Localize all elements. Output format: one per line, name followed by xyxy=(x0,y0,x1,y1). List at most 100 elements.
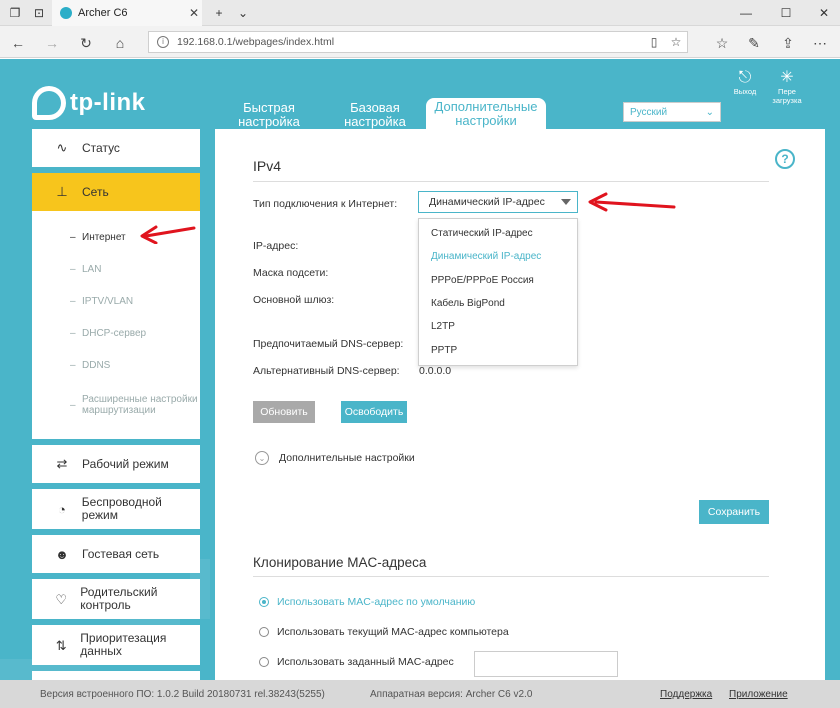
radio-label: Использовать MAC-адрес по умолчанию xyxy=(277,596,476,608)
help-icon[interactable]: ? xyxy=(775,149,795,169)
conn-type-select[interactable]: Динамический IP-адрес xyxy=(418,191,578,213)
save-button[interactable]: Сохранить xyxy=(699,500,769,524)
browser-addressbar: ← → ↻ ⌂ i 192.168.0.1/webpages/index.htm… xyxy=(0,26,840,58)
option-l2tp[interactable]: L2TP xyxy=(419,315,577,338)
sidebar-item-label: Родительский контроль xyxy=(80,585,158,612)
tab-quick-setup[interactable]: Быстрая настройка xyxy=(214,99,324,131)
swap-icon: ⇄ xyxy=(56,456,68,471)
support-link[interactable]: Поддержка xyxy=(660,689,712,700)
radio[interactable] xyxy=(259,597,269,607)
gateway-label: Основной шлюз: xyxy=(253,294,335,306)
custom-mac-input[interactable] xyxy=(474,651,618,677)
forward-arrow-icon[interactable]: → xyxy=(42,33,62,53)
more-menu-icon[interactable]: ⋯ xyxy=(810,33,830,53)
language-select[interactable]: Русский ⌄ xyxy=(623,102,721,122)
home-icon[interactable]: ⌂ xyxy=(110,33,130,53)
browser-tab[interactable]: Archer C6 ✕ xyxy=(52,0,202,26)
submenu-iptv[interactable]: IPTV/VLAN xyxy=(32,285,200,317)
url-field[interactable]: i 192.168.0.1/webpages/index.html ▯ ☆ xyxy=(148,31,688,53)
sidebar-item-parental[interactable]: ♡ Родительский контроль xyxy=(32,579,200,619)
maximize-icon[interactable]: ☐ xyxy=(776,3,796,23)
option-bigpond[interactable]: Кабель BigPond xyxy=(419,292,577,315)
ipv4-title: IPv4 xyxy=(253,158,282,174)
tab-list-chevron-icon[interactable]: ⌄ xyxy=(234,4,252,22)
hardware-version: Аппаратная версия: Archer C6 v2.0 xyxy=(370,689,533,700)
advanced-settings-toggle[interactable]: ⌄ Дополнительные настройки xyxy=(255,451,415,465)
submenu-lan[interactable]: LAN xyxy=(32,253,200,285)
chevron-down-icon: ⌄ xyxy=(255,451,269,465)
radio[interactable] xyxy=(259,627,269,637)
advanced-label: Дополнительные настройки xyxy=(279,452,415,464)
sidebar-item-qos[interactable]: ⇅ Приоритезация данных xyxy=(32,625,200,665)
logout-button[interactable]: ⎋ Выход xyxy=(724,69,766,96)
network-icon: ⊥ xyxy=(56,184,68,199)
refresh-icon[interactable]: ↻ xyxy=(76,33,96,53)
status-footer: Версия встроенного ПО: 1.0.2 Build 20180… xyxy=(0,680,840,708)
sidebar-item-wireless[interactable]: ◔ Беспроводной режим xyxy=(32,489,200,529)
annotation-arrow-left xyxy=(140,225,196,244)
radio-label: Использовать заданный MAC-адрес xyxy=(277,656,454,668)
tab-basic[interactable]: Базовая настройка xyxy=(320,99,430,131)
option-dynamic[interactable]: Динамический IP-адрес xyxy=(419,245,577,268)
tab-actions-icon[interactable]: ❐ xyxy=(6,4,24,22)
pen-notes-icon[interactable]: ✎ xyxy=(744,33,764,53)
conn-type-dropdown: Статический IP-адрес Динамический IP-адр… xyxy=(418,218,578,366)
reboot-button[interactable]: ✳ Пере загрузка xyxy=(766,69,808,105)
main-panel: ? IPv4 Тип подключения к Интернет: Динам… xyxy=(215,129,825,708)
mask-label: Маска подсети: xyxy=(253,267,329,279)
sidebar-item-guest[interactable]: ☻ Гостевая сеть xyxy=(32,535,200,573)
option-pptp[interactable]: PPTP xyxy=(419,338,577,361)
renew-button[interactable]: Обновить xyxy=(253,401,315,423)
release-button[interactable]: Освободить xyxy=(341,401,407,423)
tab-advanced[interactable]: Дополнительные настройки xyxy=(426,98,546,130)
router-page: tp-link Быстрая настройка Базовая настро… xyxy=(0,59,840,708)
option-pppoe[interactable]: PPPoE/PPPoE Россия xyxy=(419,269,577,292)
tab-title: Archer C6 xyxy=(78,7,128,19)
submenu-dhcp[interactable]: DHCP-сервер xyxy=(32,317,200,349)
caret-down-icon xyxy=(561,199,571,205)
mac-clone-title: Клонирование MAC-адреса xyxy=(253,555,427,570)
close-tab-icon[interactable]: ✕ xyxy=(186,6,202,20)
network-submenu: Интернет LAN IPTV/VLAN DHCP-сервер DDNS … xyxy=(32,211,200,439)
firmware-version: Версия встроенного ПО: 1.0.2 Build 20180… xyxy=(40,689,325,700)
tplink-logo[interactable]: tp-link xyxy=(32,86,146,120)
logout-icon: ⎋ xyxy=(738,69,752,86)
browser-tabbar: ❐ ⊡ Archer C6 ✕ + ⌄ — ☐ ✕ xyxy=(0,0,840,26)
window-close-icon[interactable]: ✕ xyxy=(814,3,834,23)
sidebar-item-label: Гостевая сеть xyxy=(82,547,160,561)
tplink-logo-mark-icon xyxy=(32,86,66,120)
sidebar-item-operation-mode[interactable]: ⇄ Рабочий режим xyxy=(32,445,200,483)
guests-icon: ☻ xyxy=(55,546,69,562)
option-static[interactable]: Статический IP-адрес xyxy=(419,222,577,245)
sidebar-item-label: Рабочий режим xyxy=(82,457,169,471)
mac-option-default[interactable]: Использовать MAC-адрес по умолчанию xyxy=(259,596,475,608)
mac-option-current[interactable]: Использовать текущий MAC-адрес компьютер… xyxy=(259,626,509,638)
share-icon[interactable]: ⇪ xyxy=(778,33,798,53)
back-tabs-icon[interactable]: ⊡ xyxy=(30,4,48,22)
app-link[interactable]: Приложение xyxy=(729,689,788,700)
reading-view-icon[interactable]: ▯ xyxy=(643,35,665,49)
pulse-icon: ∿ xyxy=(56,140,68,155)
dns2-value: 0.0.0.0 xyxy=(419,365,452,377)
favorite-star-icon[interactable]: ☆ xyxy=(665,35,687,49)
sidebar-item-network[interactable]: ⊥ Сеть xyxy=(32,173,200,211)
brand-name: tp-link xyxy=(70,89,146,116)
new-tab-icon[interactable]: + xyxy=(210,4,228,22)
mac-option-custom[interactable]: Использовать заданный MAC-адрес xyxy=(259,656,454,668)
radio-label: Использовать текущий MAC-адрес компьютер… xyxy=(277,626,509,638)
favorites-list-icon[interactable]: ☆ xyxy=(712,33,732,53)
submenu-routing[interactable]: Расширенные настройки маршрутизации xyxy=(32,381,200,429)
site-info-icon[interactable]: i xyxy=(157,36,169,48)
back-arrow-icon[interactable]: ← xyxy=(8,33,28,53)
conn-type-label: Тип подключения к Интернет: xyxy=(253,198,398,210)
sidebar-item-label: Статус xyxy=(82,141,120,155)
sidebar-item-label: Беспроводной режим xyxy=(81,495,162,522)
radio[interactable] xyxy=(259,657,269,667)
url-text: 192.168.0.1/webpages/index.html xyxy=(177,36,335,48)
divider xyxy=(253,576,769,577)
submenu-ddns[interactable]: DDNS xyxy=(32,349,200,381)
language-value: Русский xyxy=(630,106,668,118)
sidebar-item-status[interactable]: ∿ Статус xyxy=(32,129,200,167)
minimize-icon[interactable]: — xyxy=(736,3,756,23)
updown-icon: ⇅ xyxy=(55,637,67,653)
